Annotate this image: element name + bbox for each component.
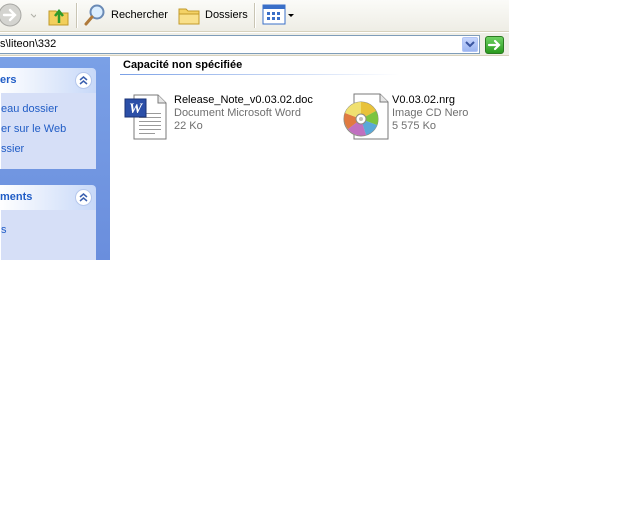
task-group-title: ments xyxy=(0,191,33,203)
toolbar-separator xyxy=(76,3,77,28)
search-button[interactable]: Rechercher xyxy=(83,2,168,28)
task-link-new-folder[interactable]: eau dossier xyxy=(1,99,96,119)
search-magnifier-icon xyxy=(84,4,105,26)
go-arrow-icon xyxy=(487,39,501,51)
file-text: V0.03.02.nrg Image CD Nero 5 575 Ko xyxy=(392,91,468,143)
file-type: Image CD Nero xyxy=(392,107,469,119)
search-label: Rechercher xyxy=(111,9,168,21)
toolbar-separator xyxy=(254,3,255,28)
double-chevron-up-icon xyxy=(79,76,88,85)
group-header-divider xyxy=(120,74,400,75)
file-name: Release_Note_v0.03.02.doc xyxy=(174,94,313,106)
group-header: Capacité non spécifiée xyxy=(123,59,243,71)
task-pane: ers eau dossier er sur le Web ssier ment… xyxy=(0,57,110,260)
file-list-pane: Capacité non spécifiée W Release_Note_v0… xyxy=(110,57,509,260)
address-bar: s\liteon\332 xyxy=(0,33,509,56)
chevron-down-icon xyxy=(465,41,475,48)
up-folder-icon xyxy=(48,8,69,26)
task-group-places: ments s xyxy=(0,185,96,260)
file-type: Document Microsoft Word xyxy=(174,107,301,119)
task-group-files: ers eau dossier er sur le Web ssier xyxy=(0,68,96,169)
task-group-header[interactable]: ments xyxy=(0,185,96,210)
address-path: s\liteon\332 xyxy=(0,38,57,50)
file-size: 5 575 Ko xyxy=(392,120,437,132)
double-chevron-up-icon xyxy=(79,193,88,202)
folders-icon xyxy=(178,8,200,25)
task-group-header[interactable]: ers xyxy=(0,68,96,93)
task-group-body: eau dossier er sur le Web ssier xyxy=(0,93,96,169)
folders-button[interactable]: Dossiers xyxy=(177,2,248,28)
address-dropdown-button[interactable] xyxy=(462,37,478,52)
word-document-icon: W xyxy=(122,91,174,143)
task-group-title: ers xyxy=(0,74,17,86)
views-icon xyxy=(262,4,294,25)
file-size: 22 Ko xyxy=(174,120,203,132)
views-button[interactable] xyxy=(262,2,296,28)
address-input[interactable]: s\liteon\332 xyxy=(0,35,480,54)
task-group-body: s xyxy=(0,210,96,260)
file-item[interactable]: W Release_Note_v0.03.02.doc Document Mic… xyxy=(122,91,313,143)
collapse-button[interactable] xyxy=(75,189,92,206)
toolbar: Rechercher Dossiers xyxy=(0,0,509,32)
collapse-button[interactable] xyxy=(75,72,92,89)
task-link-share-folder[interactable]: ssier xyxy=(1,139,96,159)
file-item[interactable]: V0.03.02.nrg Image CD Nero 5 575 Ko xyxy=(340,91,468,143)
forward-button[interactable] xyxy=(0,2,36,28)
explorer-window: Rechercher Dossiers s\liteon\332 ers eau… xyxy=(0,0,509,260)
go-button[interactable] xyxy=(485,36,504,54)
file-name: V0.03.02.nrg xyxy=(392,94,455,106)
up-folder-button[interactable] xyxy=(46,2,72,28)
svg-text:W: W xyxy=(129,101,144,117)
nero-cd-image-icon xyxy=(340,91,392,143)
task-link-item[interactable]: s xyxy=(1,220,96,240)
folders-label: Dossiers xyxy=(205,9,248,21)
file-text: Release_Note_v0.03.02.doc Document Micro… xyxy=(174,91,313,143)
forward-arrow-icon xyxy=(0,3,36,27)
task-link-publish-web[interactable]: er sur le Web xyxy=(1,119,96,139)
